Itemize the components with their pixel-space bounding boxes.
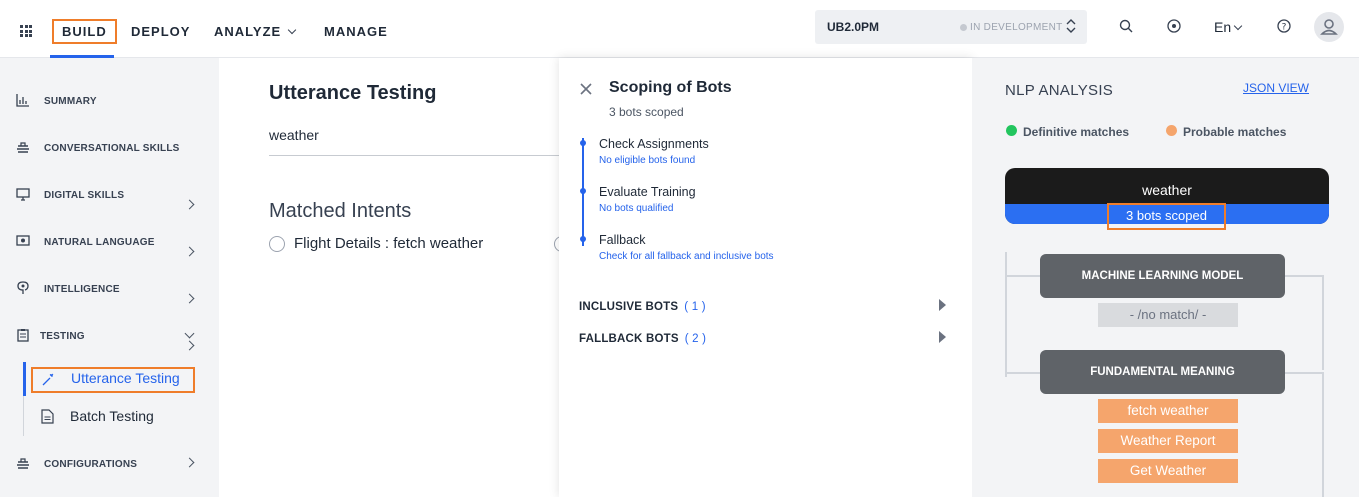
- fallback-bots-label: FALLBACK BOTS: [579, 333, 679, 345]
- submenu-active-indicator: [23, 362, 26, 396]
- nlp-analysis-panel: NLP ANALYSIS JSON VIEW Definitive matche…: [972, 58, 1359, 497]
- flow-connector: [1322, 372, 1324, 497]
- step-title: Evaluate Training: [599, 185, 696, 199]
- status-dot: [960, 24, 967, 31]
- user-icon: [1320, 19, 1338, 35]
- tasks-icon[interactable]: [1167, 19, 1183, 35]
- flow-connector: [1005, 252, 1007, 377]
- sidebar-item-label: CONFIGURATIONS: [44, 459, 138, 470]
- language-selector[interactable]: En: [1214, 19, 1243, 35]
- nav-deploy[interactable]: DEPLOY: [131, 24, 190, 39]
- sidebar-item-label: TESTING: [40, 331, 85, 342]
- flow-connector: [1285, 275, 1323, 277]
- chevron-right-icon[interactable]: [184, 199, 195, 210]
- nav-manage[interactable]: MANAGE: [324, 24, 388, 39]
- panel-subtitle: 3 bots scoped: [609, 105, 684, 119]
- ml-model-node[interactable]: MACHINE LEARNING MODEL: [1040, 254, 1285, 298]
- monitor-icon: [16, 187, 30, 201]
- intent-option-label[interactable]: Flight Details : fetch weather: [294, 235, 483, 252]
- panel-title: Scoping of Bots: [609, 79, 732, 96]
- step-title: Check Assignments: [599, 137, 709, 151]
- help-icon[interactable]: ?: [1277, 19, 1293, 35]
- close-icon[interactable]: [579, 80, 593, 100]
- search-icon[interactable]: [1119, 19, 1135, 35]
- stack-icon: [16, 140, 30, 154]
- nav-analyze[interactable]: ANALYZE: [214, 24, 297, 39]
- sidebar-item-label: INTELLIGENCE: [44, 284, 120, 295]
- svg-text:?: ?: [1282, 23, 1287, 33]
- expand-arrow-icon[interactable]: [939, 299, 946, 311]
- utterance-input[interactable]: weather: [269, 127, 319, 143]
- fallback-bots-count: ( 2 ): [684, 333, 707, 345]
- json-view-link[interactable]: JSON VIEW: [1243, 81, 1309, 95]
- language-label: En: [1214, 19, 1232, 35]
- flow-connector: [1322, 275, 1324, 370]
- top-bar: BUILD DEPLOY ANALYZE MANAGE UB2.0PM IN D…: [0, 0, 1359, 58]
- flow-connector: [1285, 372, 1323, 374]
- bot-selector[interactable]: UB2.0PM IN DEVELOPMENT: [815, 10, 1087, 44]
- nav-analyze-label: ANALYZE: [214, 24, 282, 39]
- sidebar-item-label: DIGITAL SKILLS: [44, 190, 125, 201]
- sidebar: SUMMARY CONVERSATIONAL SKILLS DIGITAL SK…: [0, 58, 219, 497]
- chevron-right-icon[interactable]: [184, 340, 195, 351]
- probable-legend-label: Probable matches: [1183, 125, 1287, 139]
- nlp-title: NLP ANALYSIS: [1005, 82, 1114, 99]
- sidebar-subitem-utterance-testing[interactable]: Utterance Testing: [31, 367, 195, 393]
- brain-icon: [16, 281, 30, 295]
- definitive-legend-label: Definitive matches: [1023, 125, 1130, 139]
- nav-build[interactable]: BUILD: [52, 19, 117, 44]
- chevron-down-icon: [287, 25, 297, 35]
- probable-match-chip[interactable]: fetch weather: [1098, 399, 1238, 423]
- step-title: Fallback: [599, 233, 646, 247]
- page-title: Utterance Testing: [269, 82, 437, 104]
- utterance-input-underline: [269, 155, 559, 156]
- nlu-icon: [16, 234, 30, 248]
- chevron-right-icon[interactable]: [184, 293, 195, 304]
- query-text: weather: [1142, 182, 1192, 198]
- updown-chevron-icon: [1066, 18, 1076, 36]
- probable-match-chip[interactable]: Get Weather: [1098, 459, 1238, 483]
- expand-arrow-icon[interactable]: [939, 331, 946, 343]
- chart-icon: [16, 93, 30, 107]
- flow-connector: [1005, 275, 1040, 277]
- chevron-down-icon[interactable]: [184, 328, 195, 339]
- stack-icon: [16, 456, 30, 470]
- document-icon: [41, 409, 54, 429]
- step-description: No eligible bots found: [599, 155, 696, 166]
- sidebar-item-label: SUMMARY: [44, 96, 97, 107]
- sidebar-item-label: NATURAL LANGUAGE: [44, 237, 155, 248]
- chevron-right-icon[interactable]: [184, 246, 195, 257]
- timeline-dot: [580, 236, 586, 242]
- timeline-dot: [580, 140, 586, 146]
- matched-intents-title: Matched Intents: [269, 200, 412, 222]
- chevron-right-icon[interactable]: [184, 457, 195, 468]
- ml-no-match-chip: - /no match/ -: [1098, 303, 1238, 327]
- probable-match-chip[interactable]: Weather Report: [1098, 429, 1238, 453]
- clipboard-icon: [16, 328, 30, 342]
- definitive-legend-dot: [1006, 125, 1017, 136]
- step-description: No bots qualified: [599, 203, 674, 214]
- bot-status: IN DEVELOPMENT: [970, 22, 1063, 33]
- step-description: Check for all fallback and inclusive bot…: [599, 251, 774, 262]
- inclusive-bots-count: ( 1 ): [684, 301, 706, 313]
- timeline-dot: [580, 188, 586, 194]
- probable-legend-dot: [1166, 125, 1177, 136]
- flow-connector: [1005, 372, 1040, 374]
- sidebar-subitem-batch-testing[interactable]: Batch Testing: [70, 408, 154, 424]
- fallback-bots-row[interactable]: FALLBACK BOTS ( 2 ): [579, 333, 706, 345]
- chevron-down-icon: [1233, 21, 1243, 31]
- bots-scoped-label: 3 bots scoped: [1107, 203, 1226, 230]
- intent-radio[interactable]: [269, 236, 285, 252]
- apps-grid-icon[interactable]: [20, 25, 32, 37]
- magic-wand-icon: [41, 373, 55, 390]
- avatar[interactable]: [1314, 12, 1344, 42]
- sidebar-item-label: CONVERSATIONAL SKILLS: [44, 143, 180, 154]
- inclusive-bots-label: INCLUSIVE BOTS: [579, 301, 679, 313]
- fm-model-node[interactable]: FUNDAMENTAL MEANING: [1040, 350, 1285, 394]
- bot-name: UB2.0PM: [827, 20, 880, 34]
- inclusive-bots-row[interactable]: INCLUSIVE BOTS ( 1 ): [579, 301, 706, 313]
- sidebar-subitem-label: Utterance Testing: [71, 370, 180, 386]
- scoping-panel: Scoping of Bots 3 bots scoped Check Assi…: [559, 58, 972, 497]
